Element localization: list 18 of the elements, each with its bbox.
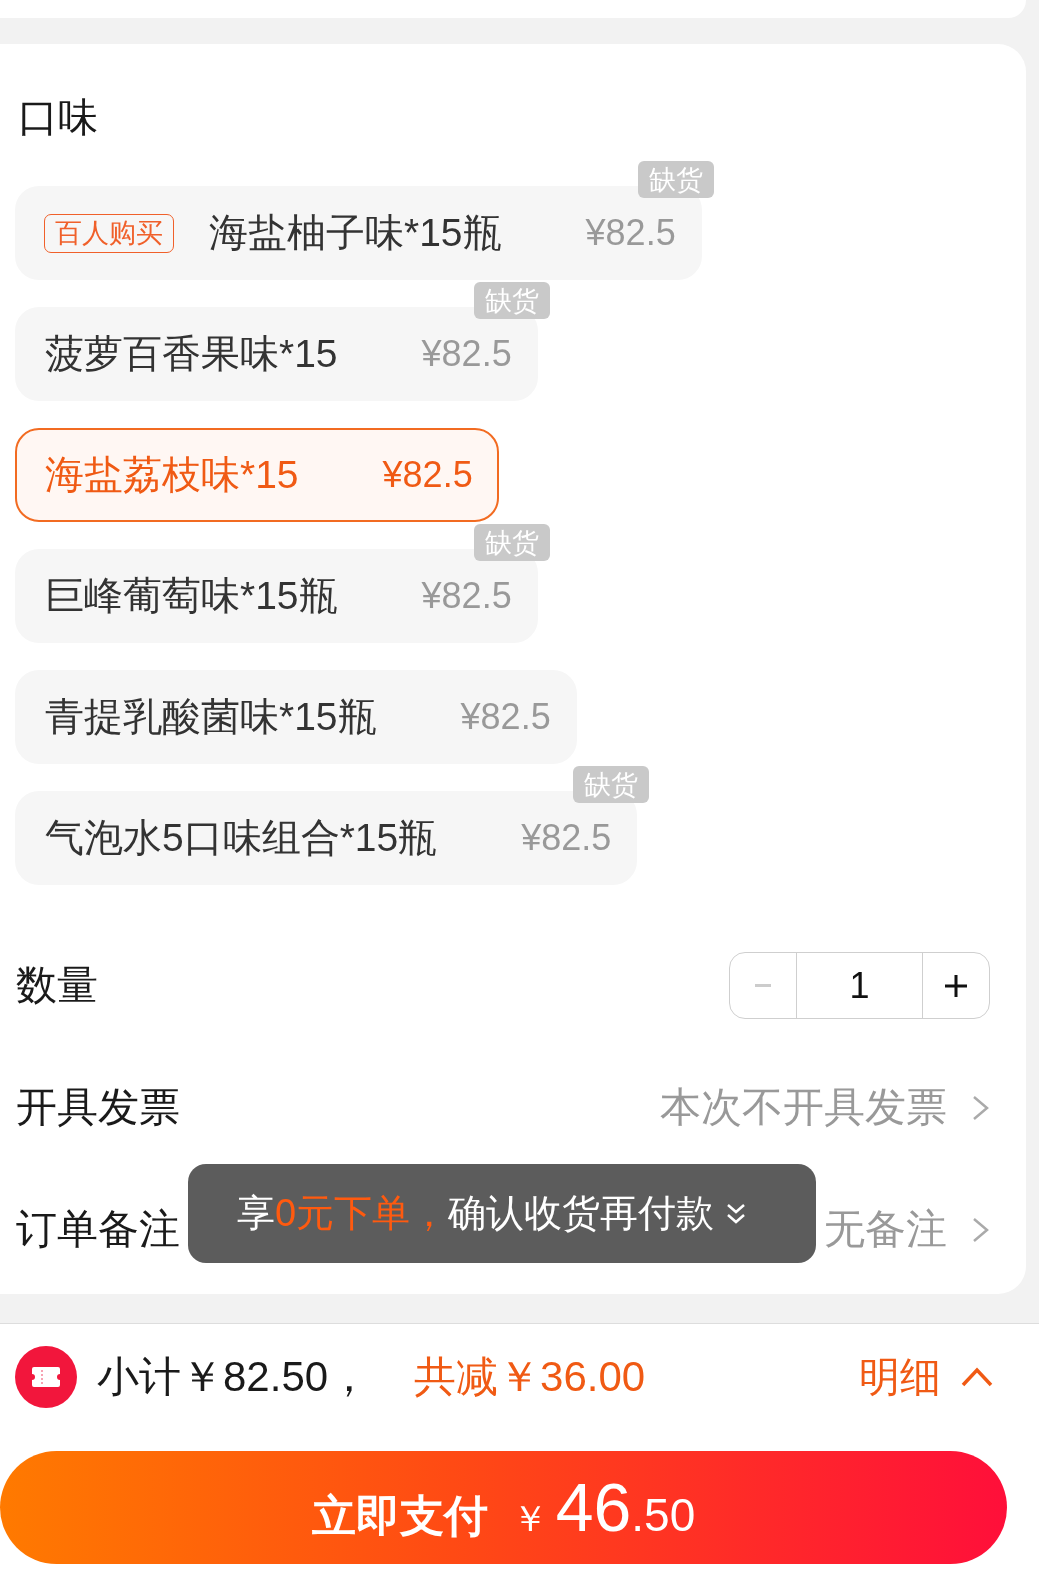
row-value: 无备注: [824, 1205, 947, 1254]
double-chevron-down-icon[interactable]: [726, 1202, 747, 1225]
section-title: 口味: [17, 94, 99, 141]
chevron-right-icon[interactable]: [972, 1094, 990, 1121]
row-value: 本次不开具发票: [660, 1083, 947, 1132]
pay-button[interactable]: 立即支付 ￥46.50: [0, 1451, 1007, 1564]
quantity-label: 数量: [15, 961, 98, 1010]
chevron-up-icon: [961, 1367, 993, 1387]
tooltip-text: 享0元下单，确认收货再付款: [237, 1191, 715, 1236]
row-label: 订单备注: [15, 1205, 180, 1254]
flavor-option[interactable]: 青提乳酸菌味*15瓶 ¥82.5: [15, 670, 577, 764]
option-badge: 百人购买: [44, 213, 174, 253]
ticket-icon: [15, 1346, 77, 1408]
discount-text: 共减￥36.00: [414, 1352, 646, 1402]
subtotal-text: 小计￥82.50，: [97, 1352, 371, 1402]
row-label: 开具发票: [15, 1083, 180, 1132]
quantity-field[interactable]: 1: [796, 953, 923, 1018]
chevron-right-icon[interactable]: [972, 1216, 990, 1243]
